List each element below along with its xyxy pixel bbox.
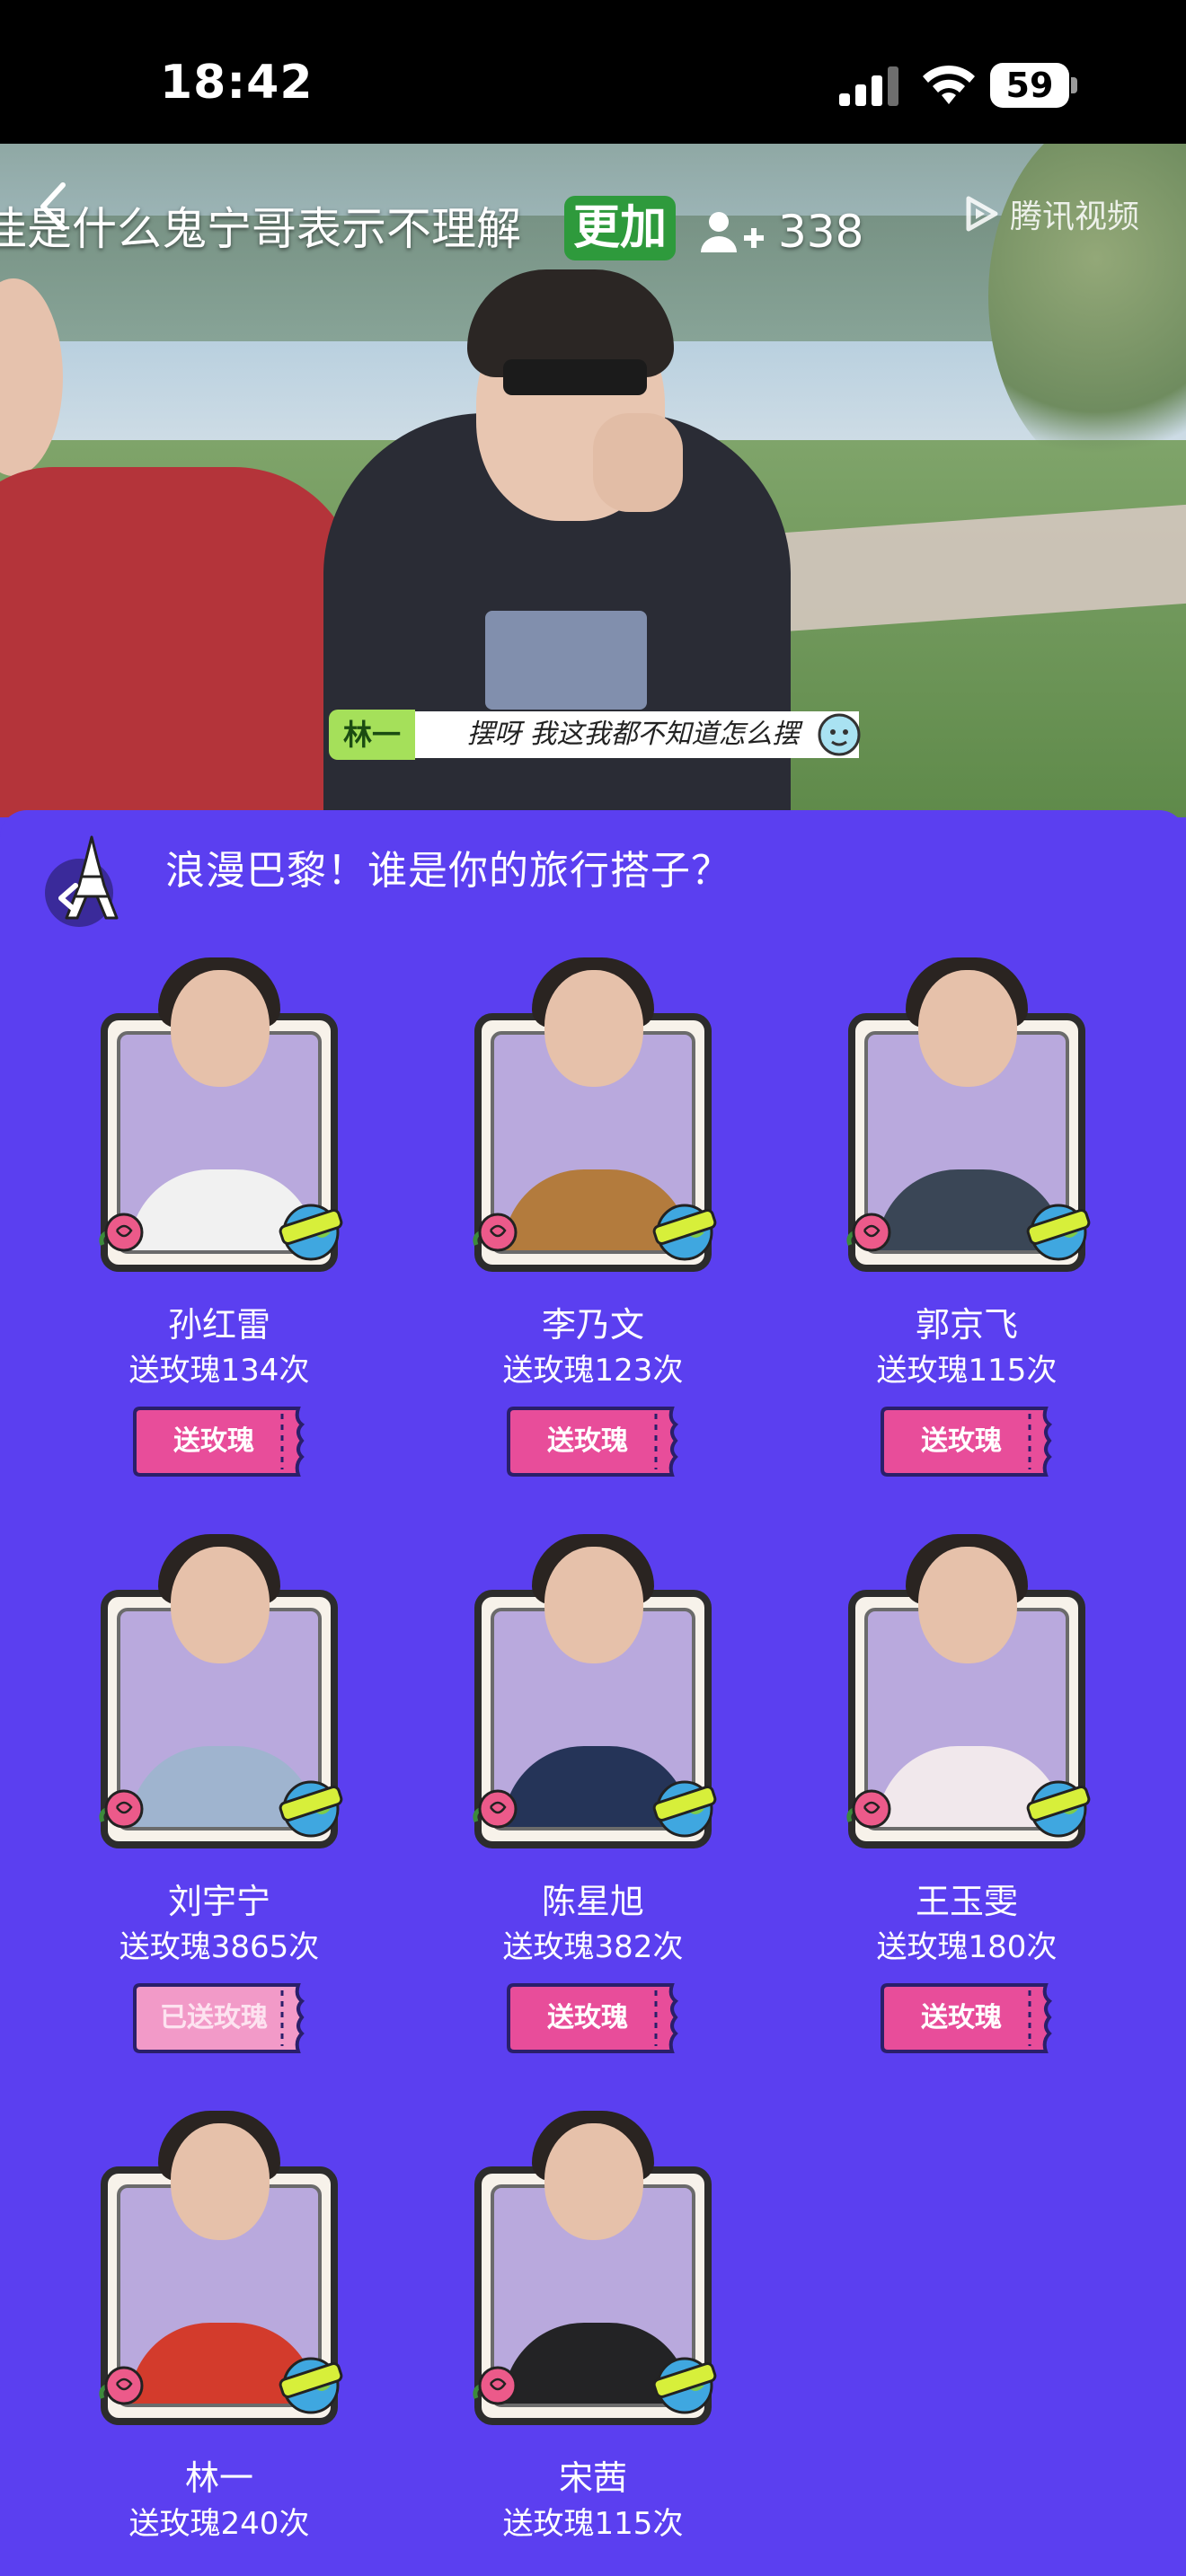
rose-count: 送玫瑰240次 [128, 2506, 310, 2542]
rose-count: 送玫瑰134次 [128, 1353, 310, 1389]
world-badge-icon [279, 1204, 343, 1261]
candidate-name: 宋茜 [558, 2458, 627, 2498]
send-rose-label: 送玫瑰 [547, 2002, 628, 2033]
rose-icon [99, 2366, 144, 2405]
status-bar: 18:42 59 [0, 0, 1186, 144]
rose-icon [473, 2366, 518, 2405]
vote-panel: 浪漫巴黎！谁是你的旅行搭子？ 孙红雷 送玫瑰134次 送玫瑰 李乃文 送玫瑰123次 送玫… [0, 810, 1186, 2576]
rose-count: 送玫瑰382次 [502, 1929, 684, 1965]
rose-sent-button[interactable]: 已送玫瑰 [131, 1981, 309, 2055]
world-badge-icon [1026, 1780, 1091, 1838]
candidate-name: 陈星旭 [541, 1882, 644, 1921]
rose-count: 送玫瑰3865次 [119, 1929, 320, 1965]
rose-count: 送玫瑰123次 [502, 1353, 684, 1389]
wifi-icon [923, 65, 975, 104]
rose-count: 送玫瑰115次 [502, 2506, 684, 2542]
send-rose-button[interactable]: 送玫瑰 [879, 1981, 1057, 2055]
send-rose-label: 送玫瑰 [921, 2002, 1002, 2033]
portrait-frame [846, 1534, 1091, 1848]
viewer-count-icon [701, 212, 764, 252]
subtitle-bar: 林一 摆呀 我这我都不知道怎么摆 [329, 710, 861, 760]
send-rose-label: 送玫瑰 [173, 1425, 254, 1457]
world-badge-icon [652, 1204, 717, 1261]
world-badge-icon [652, 1780, 717, 1838]
brand-text: 腾讯视频 [1010, 198, 1140, 235]
send-rose-label: 送玫瑰 [921, 1425, 1002, 1457]
rose-icon [846, 1789, 891, 1829]
video-player[interactable]: 洼是什么鬼宁哥表示不理解 更加 338 腾讯视频 林一 摆呀 我这我都不知道怎么… [0, 144, 1186, 817]
candidate-name: 孙红雷 [167, 1305, 270, 1345]
mascot-icon [818, 713, 861, 756]
portrait-frame [473, 2111, 717, 2425]
subtitle-speaker: 林一 [329, 710, 415, 760]
portrait-frame [99, 957, 343, 1272]
rose-count: 送玫瑰115次 [876, 1353, 1058, 1389]
portrait-frame [473, 1534, 717, 1848]
world-badge-icon [1026, 1204, 1091, 1261]
rose-icon [473, 1213, 518, 1252]
send-rose-button[interactable]: 送玫瑰 [879, 1405, 1057, 1478]
rose-icon [473, 1789, 518, 1829]
send-rose-button[interactable]: 送玫瑰 [131, 1405, 309, 1478]
send-rose-button[interactable]: 送玫瑰 [505, 1405, 683, 1478]
app-root: 18:42 59 洼是什么鬼宁哥表示不理解 更加 338 腾讯视频 林一 摆呀 … [0, 0, 1186, 2576]
tencent-video-logo-icon [966, 196, 998, 232]
portrait-frame [99, 2111, 343, 2425]
panel-title: 浪漫巴黎！谁是你的旅行搭子？ [165, 848, 731, 894]
battery-level: 59 [1005, 66, 1054, 105]
rose-icon [846, 1213, 891, 1252]
candidate-name: 王玉雯 [915, 1882, 1018, 1921]
send-rose-label: 送玫瑰 [547, 1425, 628, 1457]
portrait-frame [99, 1534, 343, 1848]
battery-icon: 59 [990, 63, 1078, 108]
rose-icon [99, 1213, 144, 1252]
candidate-name: 李乃文 [541, 1305, 644, 1345]
send-rose-label: 已送玫瑰 [160, 2002, 268, 2033]
danmaku-highlight: 更加 [564, 196, 677, 260]
candidate-name: 刘宇宁 [167, 1882, 270, 1921]
portrait-frame [473, 957, 717, 1272]
viewer-count-value: 338 [778, 206, 864, 258]
viewer-count: 338 [699, 205, 863, 259]
send-rose-button[interactable]: 送玫瑰 [505, 1981, 683, 2055]
rose-count: 送玫瑰180次 [876, 1929, 1058, 1965]
status-time: 18:42 [160, 56, 314, 110]
world-badge-icon [652, 2357, 717, 2414]
danmaku-comment: 洼是什么鬼宁哥表示不理解 [0, 203, 521, 255]
signal-icon [839, 66, 898, 106]
candidate-name: 郭京飞 [915, 1305, 1018, 1345]
rose-icon [99, 1789, 144, 1829]
back-arrow-icon[interactable] [36, 180, 72, 234]
world-badge-icon [279, 1780, 343, 1838]
subtitle-text: 摆呀 我这我都不知道怎么摆 [415, 711, 859, 758]
world-badge-icon [279, 2357, 343, 2414]
eiffel-tower-icon [45, 835, 119, 927]
candidate-name: 林一 [184, 2458, 253, 2498]
portrait-frame [846, 957, 1091, 1272]
brand-watermark: 腾讯视频 [960, 187, 1139, 241]
